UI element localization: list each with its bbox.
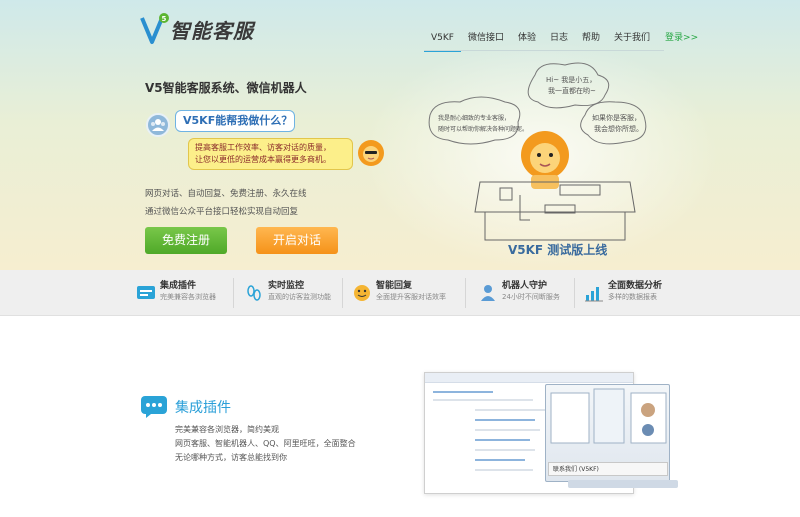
desc-line-1: 网页对话、自动回复、免费注册、永久在线: [145, 189, 307, 199]
screenshot-line: [475, 449, 535, 451]
answer-line-1: 提高客服工作效率、访客对话的质量，: [195, 143, 331, 152]
nav-label: 关于我们: [614, 33, 651, 43]
feature-divider: [465, 278, 466, 308]
start-chat-button[interactable]: 开启对话: [256, 227, 338, 254]
feature-title: 集成插件: [160, 281, 197, 291]
feature-subtitle: 24小时不间断服务: [502, 293, 560, 301]
nav-item-about[interactable]: 关于我们: [607, 28, 657, 48]
users-glyph-icon: [151, 119, 165, 131]
screenshot-line: [475, 429, 540, 431]
question-bubble: V5KF能帮我做什么？: [175, 110, 295, 132]
speech-top-line-1: Hi~ 我是小五，: [546, 75, 596, 84]
nav-label: V5KF: [431, 33, 454, 43]
nav-item-log[interactable]: 日志: [543, 28, 575, 48]
screenshot-line: [475, 469, 533, 471]
nav-label: 体验: [517, 33, 536, 43]
plugin-chat-icon: [141, 396, 167, 418]
footprint-icon: [247, 285, 261, 301]
features-bar: 集成插件 完美兼容各浏览器 实时监控 直观的访客监测功能 智能回复 全面提升客服…: [0, 270, 800, 316]
main-nav: V5KF 微信接口 体验 日志 帮助 关于我们 登录>>: [424, 28, 698, 52]
free-register-button[interactable]: 免费注册: [145, 227, 227, 254]
feature-divider: [342, 278, 343, 308]
lion-mascot: [521, 131, 569, 189]
speech-cloud-right: [580, 101, 647, 145]
nav-item-v5kf[interactable]: V5KF: [424, 28, 461, 52]
mascot-illustration: Hi~ 我是小五， 我一直都在哟~ 我是耐心细致的专业客服， 随时可以帮助你解决…: [428, 62, 647, 241]
bar-chart-icon: [585, 287, 603, 302]
answer-bubble: 提高客服工作效率、访客对话的质量， 让您以更低的运营成本赢得更多商机。: [188, 138, 353, 170]
hero-description: 网页对话、自动回复、免费注册、永久在线 通过微信公众平台接口轻松实现自动回复: [145, 185, 307, 221]
plugin-desc-line-3: 无论哪种方式，访客总能找到你: [175, 453, 287, 462]
plugin-section-description: 完美兼容各浏览器，简约美观 网页客服、智能机器人、QQ、阿里旺旺，全面整合 无论…: [175, 423, 356, 465]
desc-line-2: 通过微信公众平台接口轻松实现自动回复: [145, 207, 299, 217]
plugin-desc-line-1: 完美兼容各浏览器，简约美观: [175, 425, 279, 434]
login-link[interactable]: 登录>>: [665, 28, 698, 48]
nav-label: 帮助: [582, 33, 601, 43]
feature-subtitle: 全面提升客服对话效率: [376, 293, 446, 301]
nav-divider: [424, 50, 664, 51]
screenshot-line: [475, 419, 535, 421]
screenshot-line: [475, 409, 545, 411]
desk-sketch: [474, 181, 636, 241]
feature-monitor[interactable]: 实时监控 直观的访客监测功能: [244, 280, 331, 310]
robot-icon: [481, 285, 495, 301]
smiley-chat-icon: [354, 285, 370, 301]
feature-subtitle: 直观的访客监测功能: [268, 293, 331, 301]
nav-label: 微信接口: [467, 33, 504, 43]
plugin-section-title: 集成插件: [175, 400, 231, 416]
chat-plugin-icon: [137, 286, 155, 299]
svg-text:5: 5: [162, 15, 167, 23]
speech-right-line-1: 如果你是客服，: [592, 113, 641, 122]
lion-mascot-icon: [358, 140, 384, 166]
hero-headline: V5智能客服系统、微信机器人: [145, 81, 307, 95]
feature-title: 实时监控: [268, 281, 305, 291]
feature-divider: [233, 278, 234, 308]
feature-divider: [574, 278, 575, 308]
feature-title: 智能回复: [376, 281, 413, 291]
screenshot-line: [433, 399, 533, 401]
speech-cloud-top: [527, 62, 610, 109]
feature-plugin[interactable]: 集成插件 完美兼容各浏览器: [136, 280, 216, 310]
beta-launch-label: V5KF 测试版上线: [508, 243, 608, 257]
hero-banner: 5 智能客服 V5KF 微信接口 体验 日志 帮助 关于我们 登录>> V5智能…: [0, 0, 800, 270]
feature-subtitle: 完美兼容各浏览器: [160, 293, 216, 301]
speech-left-line-2: 随时可以帮助你解决各种问题呢。: [438, 125, 528, 133]
feature-smart-reply[interactable]: 智能回复 全面提升客服对话效率: [352, 280, 446, 310]
feature-robot[interactable]: 机器人守护 24小时不间断服务: [478, 280, 560, 310]
screenshot-line: [475, 459, 525, 461]
feature-subtitle: 多样的数据报表: [608, 293, 657, 301]
widget-panels-icon: [550, 388, 667, 444]
screenshot-line: [433, 391, 493, 393]
nav-item-help[interactable]: 帮助: [575, 28, 607, 48]
feature-analytics[interactable]: 全面数据分析 多样的数据报表: [584, 280, 662, 310]
users-icon: [146, 113, 170, 137]
nav-item-experience[interactable]: 体验: [511, 28, 543, 48]
feature-title: 机器人守护: [502, 281, 548, 291]
plugin-desc-line-2: 网页客服、智能机器人、QQ、阿里旺旺，全面整合: [175, 439, 356, 448]
nav-item-wechat-api[interactable]: 微信接口: [461, 28, 511, 48]
screenshot-titlebar: [425, 373, 633, 383]
screenshot-line: [475, 439, 530, 441]
widget-contact-label[interactable]: 联系我们 (V5KF): [548, 462, 668, 476]
feature-title: 全面数据分析: [608, 281, 663, 291]
speech-right-line-2: 我会想你所想。: [594, 124, 643, 133]
widget-toolbar: [568, 480, 678, 488]
nav-label: 日志: [550, 33, 569, 43]
site-logo[interactable]: 5 智能客服: [140, 12, 254, 46]
speech-top-line-2: 我一直都在哟~: [548, 86, 596, 95]
logo-text: 智能客服: [170, 18, 254, 43]
speech-left-line-1: 我是耐心细致的专业客服，: [438, 114, 510, 122]
v5-logo-icon: 5: [140, 13, 169, 44]
answer-line-2: 让您以更低的运营成本赢得更多商机。: [195, 155, 331, 164]
